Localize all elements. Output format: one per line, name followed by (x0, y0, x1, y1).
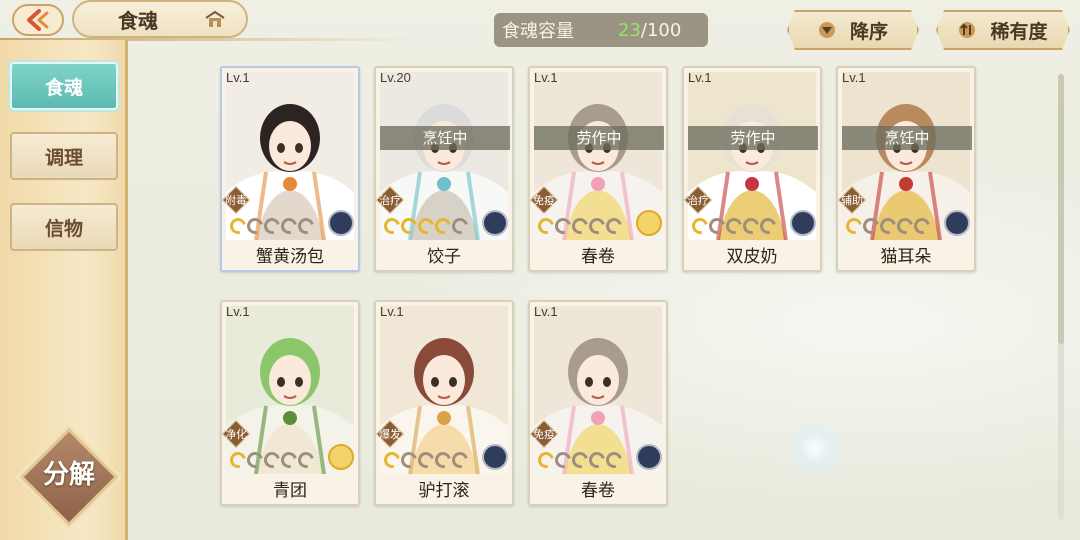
role-label: 爆发 (379, 428, 401, 441)
star-icon (603, 215, 625, 237)
card-level: Lv.1 (842, 70, 866, 85)
role-label: 治疗 (379, 194, 401, 207)
card-name: 猫耳朵 (880, 247, 932, 267)
role-label: 治疗 (687, 194, 709, 207)
star-rating (843, 215, 933, 237)
card-name: 春卷 (581, 247, 615, 267)
role-label: 辅助 (841, 194, 863, 207)
role-badge: 爆发 (376, 419, 405, 449)
sort-arrows-icon (959, 22, 976, 38)
card-status: 烹饪中 (842, 126, 972, 150)
card-level: Lv.1 (380, 304, 404, 319)
card-level: Lv.1 (226, 70, 250, 85)
card-level: Lv.1 (688, 70, 712, 85)
sidebar-item-label: 食魂 (44, 76, 83, 99)
card-name: 春卷 (581, 481, 615, 501)
star-rating (227, 449, 317, 471)
element-emblem-icon (790, 210, 816, 236)
star-rating (535, 449, 625, 471)
card-name: 蟹黄汤包 (256, 247, 324, 267)
role-label: 免疫 (533, 194, 555, 207)
star-icon (295, 215, 317, 237)
sort-rarity-label: 稀有度 (990, 20, 1048, 43)
star-rating (381, 215, 471, 237)
sidebar-item-food-souls[interactable]: 食魂 (10, 62, 118, 110)
role-badge: 免疫 (530, 419, 559, 449)
role-badge: 治疗 (376, 185, 405, 215)
role-label: 附毒 (225, 194, 247, 207)
role-label: 免疫 (533, 428, 555, 441)
element-emblem-icon (636, 210, 662, 236)
decompose-button[interactable]: 分解 (19, 427, 119, 528)
star-rating (535, 215, 625, 237)
page-title: 食魂 (118, 8, 158, 33)
scrollbar-thumb[interactable] (1058, 74, 1064, 344)
element-emblem-icon (328, 210, 354, 236)
capacity-label: 食魂容量 (502, 21, 574, 42)
food-soul-card[interactable]: Lv.1 附毒 蟹黄汤包 (220, 66, 360, 272)
role-badge: 净化 (222, 419, 251, 449)
card-level: Lv.20 (380, 70, 411, 85)
star-icon (603, 449, 625, 471)
element-emblem-icon (636, 444, 662, 470)
back-button[interactable] (12, 4, 64, 36)
capacity-display: 食魂容量 23 /100 (494, 13, 708, 47)
sort-order-button[interactable]: 降序 (787, 10, 919, 50)
card-level: Lv.1 (226, 304, 250, 319)
food-soul-card[interactable]: Lv.1 净化 青团 (220, 300, 360, 506)
star-icon (911, 215, 933, 237)
role-badge: 附毒 (222, 185, 251, 215)
card-status: 劳作中 (534, 126, 664, 150)
role-badge: 治疗 (684, 185, 713, 215)
star-rating (689, 215, 779, 237)
food-soul-card[interactable]: Lv.1 劳作中 免疫 春卷 (528, 66, 668, 272)
capacity-current: 23 (618, 19, 641, 41)
element-emblem-icon (482, 210, 508, 236)
element-emblem-icon (482, 444, 508, 470)
card-level: Lv.1 (534, 70, 558, 85)
capacity-max: /100 (640, 19, 682, 41)
role-badge: 免疫 (530, 185, 559, 215)
star-icon (757, 215, 779, 237)
sort-rarity-button[interactable]: 稀有度 (936, 10, 1070, 50)
card-status: 烹饪中 (380, 126, 510, 150)
back-arrow-icon (27, 9, 49, 31)
sidebar-item-cooking[interactable]: 调理 (10, 132, 118, 180)
sidebar-item-label: 信物 (44, 217, 83, 240)
home-icon[interactable] (204, 10, 226, 30)
food-soul-card[interactable]: Lv.1 烹饪中 辅助 猫耳朵 (836, 66, 976, 272)
star-icon (295, 449, 317, 471)
food-soul-card[interactable]: Lv.1 爆发 驴打滚 (374, 300, 514, 506)
sidebar-item-label: 调理 (44, 146, 83, 169)
star-icon (449, 215, 471, 237)
star-rating (227, 215, 317, 237)
card-level: Lv.1 (534, 304, 558, 319)
role-badge: 辅助 (838, 185, 867, 215)
card-name: 双皮奶 (726, 247, 778, 267)
sidebar-item-tokens[interactable]: 信物 (10, 203, 118, 251)
triangle-down-icon (818, 22, 835, 38)
element-emblem-icon (944, 210, 970, 236)
food-soul-card[interactable]: Lv.20 烹饪中 治疗 饺子 (374, 66, 514, 272)
card-status: 劳作中 (688, 126, 818, 150)
star-icon (449, 449, 471, 471)
card-name: 驴打滚 (418, 481, 470, 501)
food-soul-card[interactable]: Lv.1 劳作中 治疗 双皮奶 (682, 66, 822, 272)
sort-order-label: 降序 (849, 20, 888, 43)
role-label: 净化 (225, 428, 247, 441)
food-soul-card[interactable]: Lv.1 免疫 春卷 (528, 300, 668, 506)
sparkle-effect (785, 418, 845, 478)
card-name: 饺子 (427, 247, 461, 267)
card-name: 青团 (273, 481, 307, 501)
star-rating (381, 449, 471, 471)
decompose-label: 分解 (42, 460, 95, 490)
element-emblem-icon (328, 444, 354, 470)
